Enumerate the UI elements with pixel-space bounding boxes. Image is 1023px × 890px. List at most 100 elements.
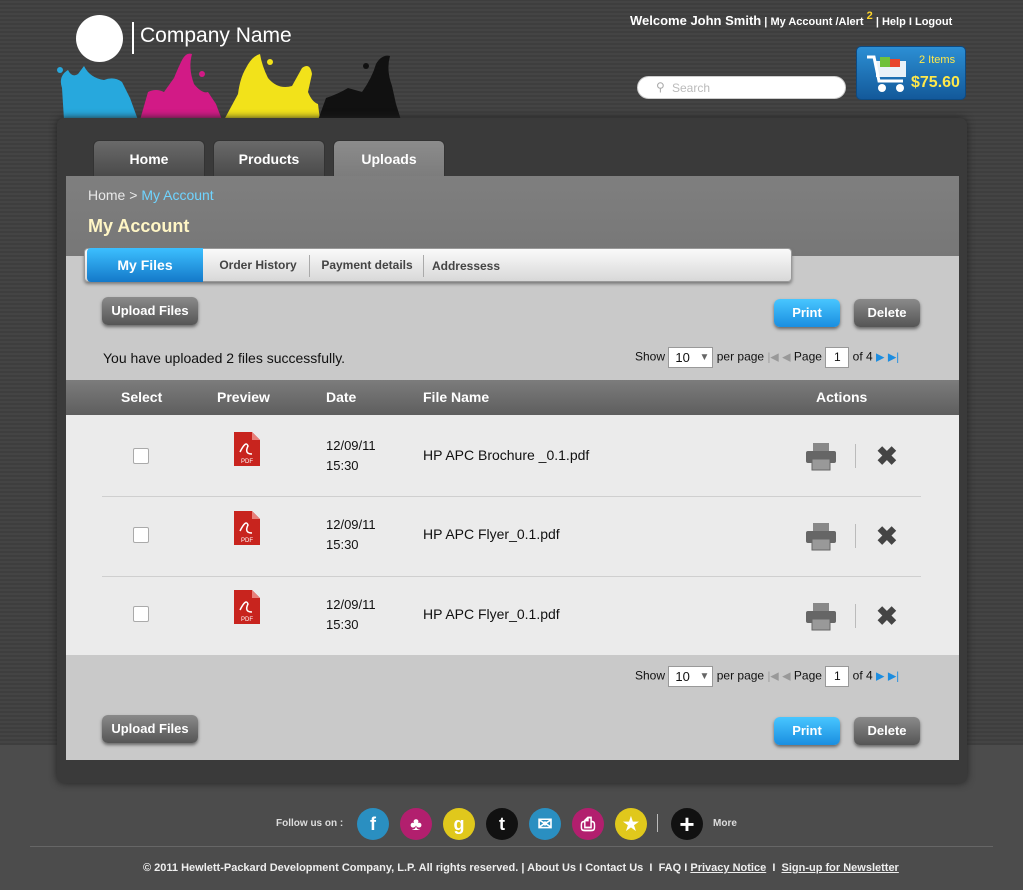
upload-files-button[interactable]: Upload Files — [102, 715, 198, 743]
next-page-icon[interactable]: ▶ — [876, 671, 884, 683]
shopping-cart-icon — [867, 55, 906, 92]
print-icon[interactable] — [806, 523, 836, 551]
pdf-file-icon: PDF — [234, 432, 260, 466]
welcome-text: Welcome John Smith — [630, 13, 762, 28]
row-select-checkbox[interactable] — [133, 527, 149, 543]
alert-link[interactable]: Alert — [839, 16, 864, 28]
next-page-icon[interactable]: ▶ — [876, 352, 884, 364]
my-account-link[interactable]: My Account — [770, 16, 832, 28]
page-count: of 4 — [852, 349, 873, 364]
breadcrumb-current[interactable]: My Account — [141, 187, 213, 203]
alert-count-badge: 2 — [866, 10, 873, 22]
show-label: Show — [635, 668, 666, 683]
search-input[interactable]: ⚲ Search — [637, 76, 846, 99]
svg-text:PDF: PDF — [241, 459, 253, 465]
column-actions: Actions — [816, 389, 868, 405]
print-icon[interactable] — [806, 603, 836, 631]
upload-status-message: You have uploaded 2 files successfully. — [103, 350, 346, 366]
privacy-notice-link[interactable]: Privacy Notice — [690, 862, 766, 874]
subtab-my-files[interactable]: My Files — [87, 248, 203, 282]
subtab-addresses[interactable]: Addressess — [425, 250, 507, 282]
delete-icon[interactable]: ✖ — [876, 523, 898, 549]
row-date: 12/09/11 15:30 — [326, 597, 376, 632]
pdf-file-icon: PDF — [234, 511, 260, 545]
paint-splash-graphic — [57, 53, 401, 120]
newsletter-signup-link[interactable]: Sign-up for Newsletter — [782, 862, 899, 874]
row-date: 12/09/11 15:30 — [326, 517, 376, 552]
copyright-bar: © 2011 Hewlett-Packard Development Compa… — [143, 862, 899, 874]
user-nav: Welcome John Smith | My Account /Alert 2… — [630, 10, 953, 28]
logout-link[interactable]: Logout — [915, 16, 952, 28]
breadcrumb: Home > My Account — [88, 187, 214, 203]
first-page-icon[interactable]: |◀ — [767, 671, 778, 683]
chevron-down-icon: ▼ — [699, 671, 710, 682]
faq-link[interactable]: FAQ — [659, 862, 682, 874]
tumblr-icon[interactable]: t — [486, 808, 518, 840]
contact-us-link[interactable]: Contact Us — [585, 862, 643, 874]
google-icon[interactable]: g — [443, 808, 475, 840]
per-page-select[interactable]: 10 ▼ — [668, 347, 714, 368]
prev-page-icon[interactable]: ◀ — [782, 352, 790, 364]
last-page-icon[interactable]: ▶| — [888, 352, 899, 364]
favorite-icon[interactable]: ★ — [615, 808, 647, 840]
row-file-name[interactable]: HP APC Flyer_0.1.pdf — [423, 526, 560, 542]
page-number-input[interactable]: 1 — [825, 666, 850, 687]
cart-button[interactable]: 2 Items $75.60 — [856, 46, 966, 100]
tab-uploads[interactable]: Uploads — [333, 140, 445, 177]
social-divider — [657, 814, 658, 832]
help-link[interactable]: Help — [882, 16, 906, 28]
more-link[interactable]: More — [713, 818, 737, 829]
search-icon: ⚲ — [656, 80, 665, 94]
footer-divider — [30, 846, 993, 847]
prev-page-icon[interactable]: ◀ — [782, 671, 790, 683]
column-select: Select — [121, 389, 163, 405]
action-divider — [855, 524, 856, 548]
action-divider — [855, 444, 856, 468]
column-file-name: File Name — [423, 389, 490, 405]
upload-files-button[interactable]: Upload Files — [102, 297, 198, 325]
per-page-label: per page — [716, 349, 765, 364]
print-button[interactable]: Print — [774, 299, 840, 327]
delete-button[interactable]: Delete — [854, 299, 920, 327]
myspace-icon[interactable]: ♣ — [400, 808, 432, 840]
row-divider — [102, 576, 921, 577]
page-label: Page — [793, 349, 822, 364]
show-label: Show — [635, 349, 666, 364]
page-number-input[interactable]: 1 — [825, 347, 850, 368]
page-title: My Account — [88, 216, 190, 236]
follow-us-label: Follow us on : — [276, 818, 344, 829]
chevron-down-icon: ▼ — [699, 352, 710, 363]
row-file-name[interactable]: HP APC Brochure _0.1.pdf — [423, 447, 589, 463]
column-preview: Preview — [217, 389, 270, 405]
facebook-icon[interactable]: f — [357, 808, 389, 840]
row-file-name[interactable]: HP APC Flyer_0.1.pdf — [423, 606, 560, 622]
page-count: of 4 — [852, 668, 873, 683]
subtab-divider — [309, 255, 310, 277]
print-icon[interactable]: ⎙ — [572, 808, 604, 840]
account-subtabs: My Files Order History Payment details A… — [84, 248, 792, 282]
last-page-icon[interactable]: ▶| — [888, 671, 899, 683]
row-select-checkbox[interactable] — [133, 448, 149, 464]
tab-home[interactable]: Home — [93, 140, 205, 176]
more-plus-icon[interactable]: + — [671, 808, 703, 840]
tab-products[interactable]: Products — [213, 140, 325, 176]
pdf-file-icon: PDF — [234, 590, 260, 624]
delete-button[interactable]: Delete — [854, 717, 920, 745]
delete-icon[interactable]: ✖ — [876, 603, 898, 629]
email-icon[interactable]: ✉ — [529, 808, 561, 840]
print-button[interactable]: Print — [774, 717, 840, 745]
svg-text:PDF: PDF — [241, 538, 253, 544]
breadcrumb-home[interactable]: Home — [88, 187, 125, 203]
subtab-payment-details[interactable]: Payment details — [311, 249, 423, 281]
subtab-order-history[interactable]: Order History — [207, 249, 309, 281]
subtab-divider — [423, 255, 424, 277]
about-us-link[interactable]: About Us — [527, 862, 576, 874]
per-page-select[interactable]: 10 ▼ — [668, 666, 714, 687]
delete-icon[interactable]: ✖ — [876, 443, 898, 469]
per-page-label: per page — [716, 668, 765, 683]
page-label: Page — [793, 668, 822, 683]
first-page-icon[interactable]: |◀ — [767, 352, 778, 364]
column-date: Date — [326, 389, 357, 405]
print-icon[interactable] — [806, 443, 836, 471]
row-select-checkbox[interactable] — [133, 606, 149, 622]
